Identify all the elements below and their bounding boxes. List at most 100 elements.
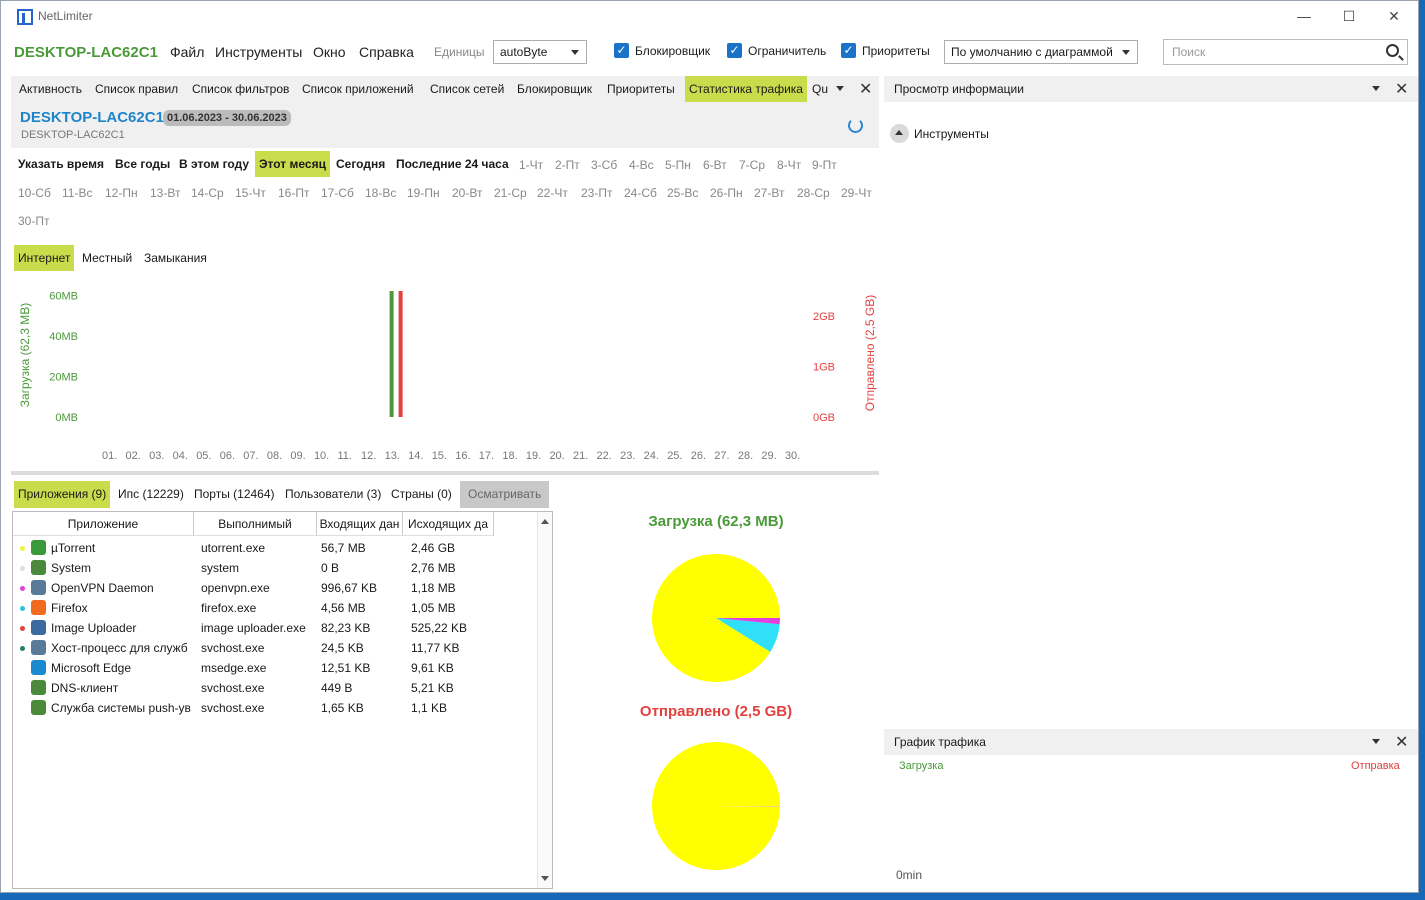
range-today[interactable]: Сегодня bbox=[332, 151, 389, 177]
vertical-splitter[interactable] bbox=[881, 76, 884, 891]
btab-ports[interactable]: Порты (12464) bbox=[190, 481, 279, 508]
day-button[interactable]: 21-Ср bbox=[494, 186, 527, 200]
table-row[interactable]: Image Uploader image uploader.exe 82,23 KB… bbox=[13, 618, 538, 638]
search-icon[interactable] bbox=[1386, 44, 1399, 57]
day-button[interactable]: 29-Чт bbox=[841, 186, 872, 200]
scroll-down-icon[interactable] bbox=[541, 876, 549, 881]
day-button[interactable]: 25-Вс bbox=[667, 186, 698, 200]
tab-rules[interactable]: Список правил bbox=[91, 76, 182, 102]
btab-ips[interactable]: Ипс (12229) bbox=[114, 481, 188, 508]
menu-window[interactable]: Окно bbox=[313, 44, 346, 60]
panel-close-icon[interactable]: ✕ bbox=[1395, 79, 1408, 99]
col-application[interactable]: Приложение bbox=[13, 512, 194, 536]
app-icon bbox=[31, 600, 46, 615]
table-row[interactable]: Хост-процесс для служб svchost.exe 24,5 KB… bbox=[13, 638, 538, 658]
menu-help[interactable]: Справка bbox=[359, 44, 414, 60]
range-this-year[interactable]: В этом году bbox=[175, 151, 253, 177]
scope-local[interactable]: Местный bbox=[78, 245, 136, 271]
tab-activity[interactable]: Активность bbox=[15, 76, 86, 102]
day-button[interactable]: 11-Вс bbox=[62, 186, 92, 200]
close-button[interactable]: ✕ bbox=[1371, 5, 1417, 29]
search-input[interactable]: Поиск bbox=[1163, 39, 1408, 65]
table-row[interactable]: System system 0 B 2,76 MB bbox=[13, 558, 538, 578]
day-button[interactable]: 14-Ср bbox=[191, 186, 224, 200]
day-button[interactable]: 17-Сб bbox=[321, 186, 354, 200]
tab-filters[interactable]: Список фильтров bbox=[188, 76, 293, 102]
day-button[interactable]: 12-Пн bbox=[105, 186, 138, 200]
btab-applications[interactable]: Приложения (9) bbox=[14, 481, 111, 508]
table-row[interactable]: Firefox firefox.exe 4,56 MB 1,05 MB bbox=[13, 598, 538, 618]
day-button[interactable]: 7-Ср bbox=[739, 158, 765, 172]
day-button[interactable]: 10-Сб bbox=[18, 186, 51, 200]
units-select[interactable]: autoByte bbox=[493, 40, 587, 64]
range-this-month[interactable]: Этот месяц bbox=[255, 151, 330, 177]
table-row[interactable]: Служба системы push-ув svchost.exe 1,65 KB… bbox=[13, 698, 538, 718]
y-tick-right: 0GB bbox=[813, 412, 835, 424]
panel-dropdown-icon[interactable] bbox=[1372, 739, 1380, 744]
day-button[interactable]: 15-Чт bbox=[235, 186, 266, 200]
col-incoming[interactable]: Входящих дан bbox=[317, 512, 403, 536]
panel-close-icon[interactable]: ✕ bbox=[1395, 732, 1408, 752]
range-all-years[interactable]: Все годы bbox=[111, 151, 174, 177]
table-row[interactable]: OpenVPN Daemon openvpn.exe 996,67 KB 1,18 M… bbox=[13, 578, 538, 598]
range-last-24h[interactable]: Последние 24 часа bbox=[392, 151, 513, 177]
minimize-button[interactable]: — bbox=[1281, 5, 1327, 29]
day-button[interactable]: 9-Пт bbox=[812, 158, 837, 172]
tools-section-label[interactable]: Инструменты bbox=[914, 127, 989, 141]
tab-blocker[interactable]: Блокировщик bbox=[513, 76, 596, 102]
x-tick-label: 25. bbox=[667, 450, 682, 462]
day-button[interactable]: 27-Вт bbox=[754, 186, 784, 200]
refresh-icon[interactable] bbox=[848, 118, 863, 133]
app-name: DNS-клиент bbox=[51, 681, 119, 695]
scope-internet[interactable]: Интернет bbox=[14, 245, 75, 271]
menu-tools[interactable]: Инструменты bbox=[215, 44, 302, 60]
tab-applications[interactable]: Список приложений bbox=[298, 76, 418, 102]
menu-file[interactable]: Файл bbox=[170, 44, 204, 60]
day-button[interactable]: 24-Сб bbox=[624, 186, 657, 200]
table-row[interactable]: Microsoft Edge msedge.exe 12,51 KB 9,61 KB bbox=[13, 658, 538, 678]
table-scrollbar[interactable] bbox=[537, 512, 552, 888]
day-button[interactable]: 4-Вс bbox=[629, 158, 654, 172]
tab-priorities[interactable]: Приоритеты bbox=[603, 76, 679, 102]
day-button[interactable]: 16-Пт bbox=[278, 186, 309, 200]
day-button[interactable]: 30-Пт bbox=[18, 214, 49, 228]
day-button[interactable]: 8-Чт bbox=[777, 158, 801, 172]
col-outgoing[interactable]: Исходящих да bbox=[403, 512, 494, 536]
table-row[interactable]: DNS-клиент svchost.exe 449 B 5,21 KB bbox=[13, 678, 538, 698]
tab-networks[interactable]: Список сетей bbox=[426, 76, 508, 102]
horizontal-splitter[interactable] bbox=[11, 471, 879, 475]
scope-loopback[interactable]: Замыкания bbox=[140, 245, 211, 271]
btab-countries[interactable]: Страны (0) bbox=[387, 481, 456, 508]
collapse-icon[interactable] bbox=[890, 124, 909, 143]
range-custom[interactable]: Указать время bbox=[14, 151, 108, 177]
profile-select[interactable]: По умолчанию с диаграммой bbox=[944, 40, 1138, 64]
col-executable[interactable]: Выполнимый bbox=[194, 512, 317, 536]
x-tick-label: 13. bbox=[385, 450, 400, 462]
x-tick-label: 23. bbox=[620, 450, 635, 462]
app-name: Image Uploader bbox=[51, 621, 137, 635]
btab-users[interactable]: Пользователи (3) bbox=[281, 481, 385, 508]
day-button[interactable]: 3-Сб bbox=[591, 158, 617, 172]
day-button[interactable]: 22-Чт bbox=[537, 186, 568, 200]
inspect-button[interactable]: Осматривать bbox=[460, 481, 550, 508]
scroll-up-icon[interactable] bbox=[541, 519, 549, 524]
tabs-dropdown-icon[interactable] bbox=[836, 86, 844, 91]
day-button[interactable]: 2-Пт bbox=[555, 158, 580, 172]
tab-traffic-stats[interactable]: Статистика трафика bbox=[685, 76, 807, 102]
tab-quota[interactable]: Qu bbox=[808, 76, 832, 102]
day-button[interactable]: 18-Вс bbox=[365, 186, 396, 200]
day-button[interactable]: 20-Вт bbox=[452, 186, 482, 200]
day-button[interactable]: 28-Ср bbox=[797, 186, 830, 200]
outgoing-value: 1,1 KB bbox=[411, 701, 448, 715]
day-button[interactable]: 26-Пн bbox=[710, 186, 743, 200]
table-row[interactable]: µTorrent utorrent.exe 56,7 MB 2,46 GB bbox=[13, 538, 538, 558]
day-button[interactable]: 6-Вт bbox=[703, 158, 727, 172]
day-button[interactable]: 5-Пн bbox=[665, 158, 691, 172]
day-button[interactable]: 13-Вт bbox=[150, 186, 180, 200]
maximize-button[interactable]: ☐ bbox=[1326, 5, 1372, 29]
day-button[interactable]: 1-Чт bbox=[519, 158, 543, 172]
day-button[interactable]: 23-Пт bbox=[581, 186, 612, 200]
close-tab-icon[interactable]: ✕ bbox=[859, 79, 872, 99]
panel-dropdown-icon[interactable] bbox=[1372, 86, 1380, 91]
day-button[interactable]: 19-Пн bbox=[407, 186, 440, 200]
